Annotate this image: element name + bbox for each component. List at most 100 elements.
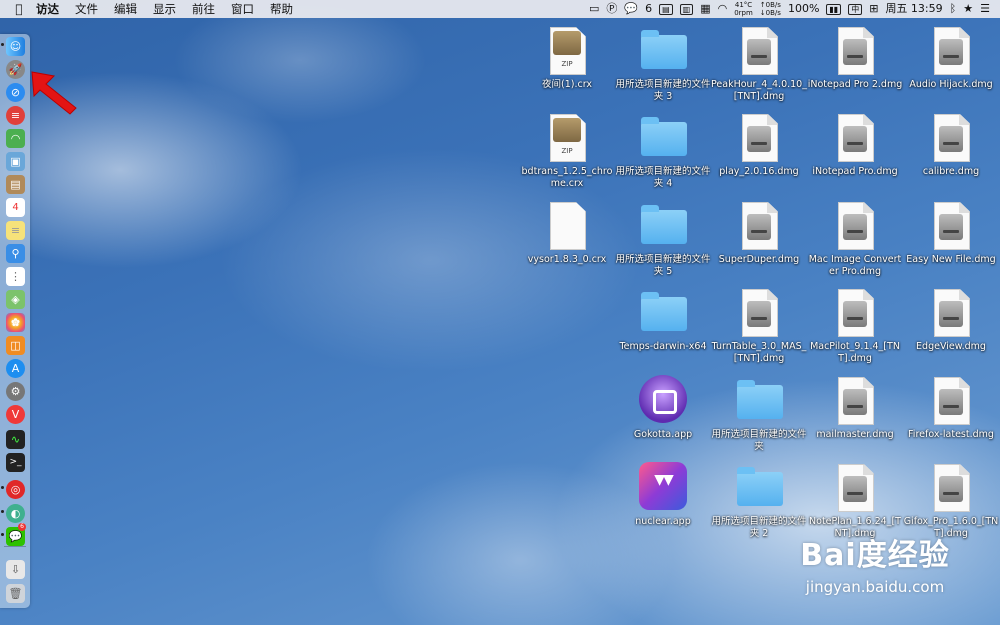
- star-icon[interactable]: ★: [963, 0, 973, 18]
- disk-image-icon: [831, 287, 879, 337]
- desktop-item[interactable]: 用所选项目新建的文件夹: [711, 375, 807, 461]
- battery-percent[interactable]: 100%: [788, 0, 819, 18]
- app-red-icon[interactable]: ≡: [6, 106, 25, 125]
- folder-icon: [735, 375, 783, 425]
- desktop-item[interactable]: MacPilot_9.1.4_[TNT].dmg: [807, 287, 903, 373]
- finder-icon[interactable]: ☺: [6, 37, 25, 56]
- desktop-item[interactable]: iNotepad Pro 2.dmg: [807, 25, 903, 111]
- display-icon[interactable]: ▭: [589, 0, 599, 18]
- notes-icon[interactable]: ≡: [6, 221, 25, 240]
- desktop-item[interactable]: 用所选项目新建的文件夹 4: [615, 112, 711, 198]
- disk-image-icon: [927, 25, 975, 75]
- vivaldi-icon[interactable]: V: [6, 405, 25, 424]
- running-indicator: [1, 510, 4, 513]
- search-people-icon[interactable]: ⚲: [6, 244, 25, 263]
- desktop-item-label: iNotepad Pro.dmg: [812, 166, 898, 177]
- net-up-text: ↑0B/s: [759, 1, 781, 9]
- wechat-badge: 6: [18, 523, 26, 531]
- menu-finder[interactable]: 访达: [28, 0, 67, 18]
- terminal-icon[interactable]: >_: [6, 453, 25, 472]
- desktop-item[interactable]: mailmaster.dmg: [807, 375, 903, 461]
- desktop-item[interactable]: PeakHour_4_4.0.10_[TNT].dmg: [711, 25, 807, 111]
- gokotta-app-icon: [639, 375, 687, 425]
- input-source-icon[interactable]: ⊞: [869, 0, 878, 18]
- desktop-item[interactable]: nuclear.app: [615, 462, 711, 548]
- safari-icon[interactable]: ⊘: [6, 83, 25, 102]
- apple-icon[interactable]: : [10, 2, 28, 16]
- chat-icon[interactable]: ◐: [6, 504, 25, 523]
- books-icon[interactable]: ◫: [6, 336, 25, 355]
- folder-icon: [735, 462, 783, 512]
- watermark-url: jingyan.baidu.com: [805, 578, 945, 596]
- red-arrow-annotation: [31, 71, 77, 115]
- menu-view[interactable]: 显示: [145, 0, 184, 18]
- app-store-icon[interactable]: A: [6, 359, 25, 378]
- desktop-item[interactable]: Temps-darwin-x64: [615, 287, 711, 373]
- memory-icon[interactable]: ▤: [659, 3, 673, 15]
- desktop-item[interactable]: Easy New File.dmg: [903, 200, 999, 286]
- disk-image-icon: [735, 287, 783, 337]
- menu-edit[interactable]: 编辑: [106, 0, 145, 18]
- desktop-item[interactable]: Gokotta.app: [615, 375, 711, 461]
- watermark-logo: Bai度经验: [800, 538, 950, 573]
- control-list-icon[interactable]: ☰: [980, 0, 990, 18]
- desktop-item[interactable]: Audio Hijack.dmg: [903, 25, 999, 111]
- desktop-item[interactable]: 用所选项目新建的文件夹 3: [615, 25, 711, 111]
- input-method-indicator[interactable]: 中: [848, 3, 863, 15]
- trash-icon[interactable]: 🗑: [6, 584, 25, 603]
- p-icon[interactable]: Ⓟ: [606, 0, 617, 18]
- preview-icon[interactable]: ▣: [6, 152, 25, 171]
- clock[interactable]: 周五 13:59: [885, 0, 942, 18]
- desktop-item-label: nuclear.app: [635, 516, 691, 527]
- battery-icon[interactable]: ▮▮: [826, 3, 842, 15]
- desktop-item-label: MacPilot_9.1.4_[TNT].dmg: [810, 341, 900, 364]
- disk-image-icon: [927, 375, 975, 425]
- reminders-icon[interactable]: ⋮: [6, 267, 25, 286]
- menu-window[interactable]: 窗口: [223, 0, 262, 18]
- bluetooth-icon[interactable]: ᛒ: [950, 0, 957, 18]
- launchpad-icon[interactable]: 🚀: [6, 60, 25, 79]
- document-icon: [543, 200, 591, 250]
- desktop-item[interactable]: EdgeView.dmg: [903, 287, 999, 373]
- desktop-item[interactable]: Firefox-latest.dmg: [903, 375, 999, 461]
- app-grid-icon[interactable]: ▦: [700, 0, 710, 18]
- desktop-item-label: Firefox-latest.dmg: [908, 429, 994, 440]
- sensor-readout[interactable]: 41°C 0rpm: [734, 1, 753, 17]
- zip-archive-icon: ZIP: [543, 25, 591, 75]
- desktop-item[interactable]: vysor1.8.3_0.crx: [519, 200, 615, 286]
- menu-file[interactable]: 文件: [67, 0, 106, 18]
- desktop-item-label: SuperDuper.dmg: [718, 254, 800, 265]
- desktop-item-label: PeakHour_4_4.0.10_[TNT].dmg: [711, 79, 807, 102]
- maps-icon[interactable]: ◈: [6, 290, 25, 309]
- desktop-item-label: mailmaster.dmg: [816, 429, 894, 440]
- menu-go[interactable]: 前往: [184, 0, 223, 18]
- folder-icon: [639, 112, 687, 162]
- desktop-item-label: iNotepad Pro 2.dmg: [807, 79, 903, 90]
- desktop-item[interactable]: TurnTable_3.0_MAS_[TNT].dmg: [711, 287, 807, 373]
- wifi-icon[interactable]: ◠: [718, 0, 728, 18]
- menu-bar:  访达 文件 编辑 显示 前往 窗口 帮助 ▭ Ⓟ 💬 6 ▤ ▥ ▦ ◠ 4…: [0, 0, 1000, 18]
- desktop-item[interactable]: ZIP 夜间(1).crx: [519, 25, 615, 111]
- menu-help[interactable]: 帮助: [262, 0, 301, 18]
- android-icon[interactable]: ◠: [6, 129, 25, 148]
- desktop-item[interactable]: calibre.dmg: [903, 112, 999, 198]
- cpu-icon[interactable]: ▥: [679, 3, 694, 15]
- system-preferences-icon[interactable]: ⚙: [6, 382, 25, 401]
- desktop-item-label: Temps-darwin-x64: [619, 341, 707, 352]
- desktop-item[interactable]: play_2.0.16.dmg: [711, 112, 807, 198]
- status-area: ▭ Ⓟ 💬 6 ▤ ▥ ▦ ◠ 41°C 0rpm ↑0B/s ↓0B/s 10…: [589, 0, 990, 18]
- desktop-item[interactable]: Mac Image Converter Pro.dmg: [807, 200, 903, 286]
- activity-monitor-icon[interactable]: ∿: [6, 430, 25, 449]
- netease-music-icon[interactable]: ◎: [6, 480, 25, 499]
- calendar-icon[interactable]: 4: [6, 198, 25, 217]
- desktop-item-label: Audio Hijack.dmg: [909, 79, 993, 90]
- photos-icon[interactable]: ✿: [6, 313, 25, 332]
- desktop-item[interactable]: 用所选项目新建的文件夹 5: [615, 200, 711, 286]
- desktop-item[interactable]: SuperDuper.dmg: [711, 200, 807, 286]
- downloads-icon[interactable]: ⇩: [6, 560, 25, 579]
- contacts-icon[interactable]: ▤: [6, 175, 25, 194]
- desktop-item[interactable]: iNotepad Pro.dmg: [807, 112, 903, 198]
- net-speed[interactable]: ↑0B/s ↓0B/s: [760, 1, 781, 17]
- desktop-item[interactable]: ZIP bdtrans_1.2.5_chrome.crx: [519, 112, 615, 198]
- wechat-status-icon[interactable]: 💬: [624, 0, 638, 18]
